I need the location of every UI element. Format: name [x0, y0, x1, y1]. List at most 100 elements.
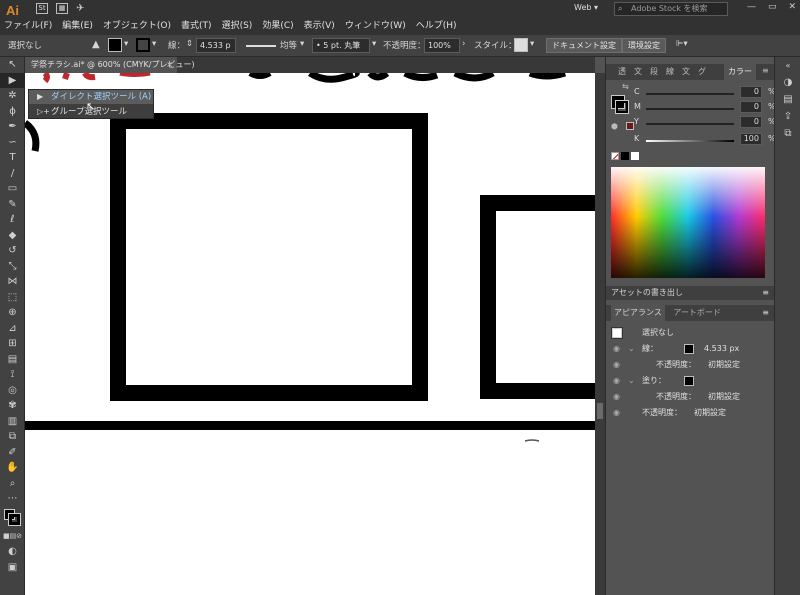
eye-icon[interactable]: ◉ — [613, 341, 620, 356]
slider-c-track[interactable] — [646, 93, 734, 95]
symbol-sprayer-icon[interactable]: ✾ — [0, 398, 25, 414]
white-swatch[interactable] — [631, 152, 639, 160]
chevron-down-icon[interactable]: ▾ — [152, 39, 156, 49]
eye-icon[interactable]: ◉ — [613, 389, 620, 404]
pen-icon[interactable]: ✒ — [0, 119, 25, 135]
stroke-opacity-value[interactable]: 初期設定 — [708, 357, 740, 372]
close-tab-icon[interactable]: × — [166, 57, 173, 73]
shaper-icon[interactable]: ℓ — [0, 212, 25, 228]
ellipsis-icon[interactable]: ⋯ — [0, 491, 25, 507]
color-panel-icon[interactable]: ◑ — [775, 74, 800, 91]
eye-icon[interactable]: ◉ — [613, 373, 620, 388]
style-swatch[interactable] — [514, 38, 528, 52]
slider-k-track[interactable] — [646, 140, 734, 142]
opacity-field[interactable]: 100% — [424, 38, 460, 53]
menu-effect[interactable]: 効果(C) — [262, 18, 293, 31]
curvature-icon[interactable]: ∽ — [0, 135, 25, 151]
eye-icon[interactable]: ◉ — [613, 357, 620, 372]
menu-type[interactable]: 書式(T) — [181, 18, 212, 31]
tab-paragraph[interactable]: 段 — [650, 66, 658, 77]
blend-icon[interactable]: ◎ — [0, 383, 25, 399]
slider-y-track[interactable] — [646, 123, 734, 125]
stroke-width-field[interactable]: 4.533 p — [196, 38, 236, 53]
gpu-performance-icon[interactable]: ✈ — [76, 3, 84, 14]
artboard-canvas[interactable] — [25, 73, 595, 595]
libraries-icon[interactable]: ▤ — [775, 91, 800, 108]
panel-menu-icon[interactable]: ≡ — [762, 66, 769, 75]
object-opacity-value[interactable]: 初期設定 — [694, 405, 726, 420]
black-swatch[interactable] — [621, 152, 629, 160]
maximize-icon[interactable]: ▭ — [768, 2, 777, 12]
eraser-icon[interactable]: ◆ — [0, 228, 25, 244]
screen-mode-icon[interactable]: ▣ — [0, 560, 25, 576]
stroke-row-value[interactable]: 4.533 px — [704, 341, 739, 356]
tab-appearance[interactable]: アピアランス — [611, 305, 665, 321]
tab-artboards[interactable]: アートボード — [673, 308, 721, 317]
menu-file[interactable]: ファイル(F) — [4, 18, 52, 31]
direct-selection-tool-icon[interactable]: ▶ — [0, 72, 25, 88]
menu-window[interactable]: ウィンドウ(W) — [345, 18, 406, 31]
tab-transparency[interactable]: 透 — [618, 66, 626, 77]
stepper-icon[interactable]: ⇕ — [186, 39, 193, 49]
free-transform-icon[interactable]: ⬚ — [0, 290, 25, 306]
appearance-fill-row[interactable]: ◉ ⌄ 塗り： — [606, 373, 772, 388]
color-mode-icon[interactable]: ■▤⊘ — [0, 529, 25, 545]
zoom-icon[interactable]: ⌕ — [0, 476, 25, 492]
workspace-switcher[interactable]: Web ▾ — [574, 3, 598, 12]
tab-gradient[interactable]: グ — [698, 66, 706, 77]
bridge-icon[interactable]: St — [36, 3, 48, 14]
type-icon[interactable]: T — [0, 150, 25, 166]
chevron-down-icon[interactable]: ▾ — [124, 39, 128, 49]
asset-export-panel-header[interactable]: アセットの書き出し ≡ — [606, 286, 775, 300]
out-of-gamut-swatch[interactable] — [626, 122, 634, 130]
arrange-documents-icon[interactable]: ▦ — [56, 3, 68, 14]
swap-colors-icon[interactable]: ⇆ — [622, 82, 629, 91]
vertical-scrollbar[interactable] — [595, 73, 605, 595]
slider-m-track[interactable] — [646, 108, 734, 110]
chevron-down-icon[interactable]: ▾ — [372, 39, 376, 49]
perspective-grid-icon[interactable]: ⊿ — [0, 321, 25, 337]
align-icon[interactable]: ⊫▾ — [676, 39, 688, 49]
stroke-profile[interactable]: 均等 — [280, 39, 297, 51]
preferences-button[interactable]: 環境設定 — [622, 38, 666, 53]
minimize-icon[interactable]: — — [747, 2, 756, 12]
gradient-icon[interactable]: ▤ — [0, 352, 25, 368]
lasso-icon[interactable]: ϕ — [0, 104, 25, 120]
stock-search-input[interactable]: ⌕ Adobe Stock を検索 — [614, 2, 728, 16]
color-spectrum[interactable] — [611, 167, 765, 278]
width-icon[interactable]: ⋈ — [0, 274, 25, 290]
appearance-fill-opacity-row[interactable]: ◉ 不透明度： 初期設定 — [606, 389, 772, 404]
tab-character[interactable]: 文 — [634, 66, 642, 77]
appearance-stroke-opacity-row[interactable]: ◉ 不透明度： 初期設定 — [606, 357, 772, 372]
chevron-down-icon[interactable]: ⌄ — [628, 373, 635, 388]
appearance-object-opacity-row[interactable]: ◉ 不透明度： 初期設定 — [606, 405, 772, 420]
appearance-stroke-row[interactable]: ◉ ⌄ 線： 4.533 px — [606, 341, 772, 356]
slider-m-value[interactable]: 0 — [740, 101, 762, 113]
stroke-swatch[interactable] — [136, 38, 150, 52]
fill-opacity-value[interactable]: 初期設定 — [708, 389, 740, 404]
fill-row-swatch[interactable] — [684, 376, 694, 386]
export-icon[interactable]: ⇪ — [775, 108, 800, 125]
scroll-thumb[interactable] — [597, 403, 603, 419]
slider-c-value[interactable]: 0 — [740, 86, 762, 98]
collapse-icon[interactable]: « — [775, 57, 800, 74]
document-tab[interactable]: 学祭チラシ.ai* @ 600% (CMYK/プレビュー) × — [25, 57, 195, 73]
fill-swatch[interactable] — [108, 38, 122, 52]
close-window-icon[interactable]: ✕ — [788, 2, 796, 12]
tab-stroke[interactable]: 線 — [666, 66, 674, 77]
graph-icon[interactable]: ▥ — [0, 414, 25, 430]
paintbrush-icon[interactable]: ✎ — [0, 197, 25, 213]
panel-menu-icon[interactable]: ≡ — [762, 286, 769, 300]
rotate-icon[interactable]: ↺ — [0, 243, 25, 259]
panel-menu-icon[interactable]: ≡ — [762, 305, 769, 321]
eyedropper-icon[interactable]: ⟟ — [0, 367, 25, 383]
fill-stroke-icon[interactable] — [0, 507, 25, 529]
stroke-row-swatch[interactable] — [684, 344, 694, 354]
none-swatch[interactable] — [611, 152, 619, 160]
slider-k-value[interactable]: 100 — [740, 133, 762, 145]
chevron-down-icon[interactable]: ▾ — [300, 39, 304, 49]
layers-icon[interactable]: ⧉ — [775, 125, 800, 142]
document-settings-button[interactable]: ドキュメント設定 — [546, 38, 622, 53]
shape-builder-icon[interactable]: ⊕ — [0, 305, 25, 321]
tab-color[interactable]: カラー — [724, 64, 756, 80]
